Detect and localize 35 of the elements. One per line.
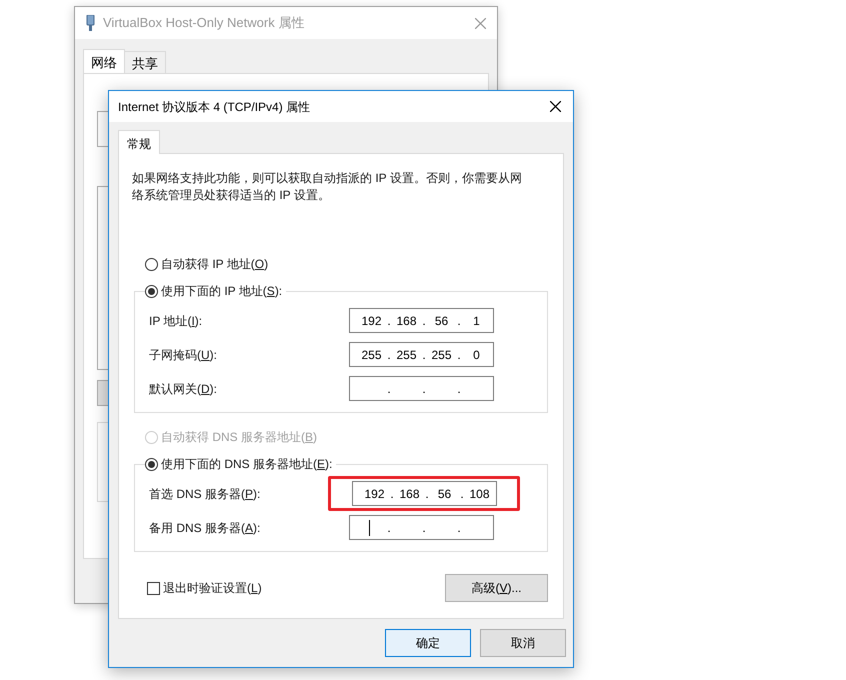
field-label: 默认网关(D): [149, 380, 218, 398]
radio-icon [145, 284, 158, 298]
checkbox[interactable]: 退出时验证设置(L) [147, 579, 262, 597]
field-label: IP 地址(I): [149, 312, 202, 330]
ip-address-field[interactable]: 255 . 255 . 255 . 0 [349, 342, 494, 367]
window-title: Internet 协议版本 4 (TCP/IPv4) 属性 [118, 98, 310, 116]
radio-icon [145, 258, 158, 270]
tab[interactable]: 共享 [124, 51, 166, 73]
radio-label: 使用下面的 IP 地址(S): [161, 283, 282, 300]
tab[interactable]: 网络 [83, 49, 125, 73]
cancel-button[interactable]: 取消 [480, 629, 566, 657]
network-adapter-icon [86, 15, 95, 31]
ip-address-field[interactable]: . . . [349, 376, 494, 401]
radio-button[interactable]: 使用下面的 IP 地址(S): [145, 282, 286, 300]
radio-button[interactable]: 使用下面的 DNS 服务器地址(E): [145, 455, 336, 473]
field-label: 首选 DNS 服务器(P): [149, 486, 260, 502]
field-label: 子网掩码(U): [149, 346, 218, 364]
checkbox-label: 退出时验证设置(L) [163, 580, 262, 597]
description-text: 如果网络支持此功能，则可以获取自动指派的 IP 设置。否则，你需要从网络系统管理员处获得适当的 IP 设置。 [132, 170, 523, 204]
radio-icon [145, 458, 158, 470]
ok-button[interactable]: 确定 [385, 629, 471, 657]
radio-label: 使用下面的 DNS 服务器地址(E): [161, 456, 332, 473]
button-label: 高级(V)... [471, 581, 522, 595]
close-icon[interactable] [550, 101, 561, 112]
ip-address-field[interactable]: 192 . 168 . 56 . 108 [352, 481, 497, 506]
radio-label: 自动获得 IP 地址(O) [161, 256, 268, 273]
radio-icon [145, 430, 158, 444]
window-title: VirtualBox Host-Only Network 属性 [103, 14, 304, 32]
ip-address-field[interactable]: 192 . 168 . 56 . 1 [349, 308, 494, 333]
text-cursor [369, 520, 370, 536]
radio-label: 自动获得 DNS 服务器地址(B) [161, 429, 318, 446]
advanced-button[interactable]: 高级(V)... [445, 574, 548, 602]
tab[interactable]: 常规 [118, 130, 160, 154]
ip-address-field[interactable]: . . . [349, 515, 494, 540]
field-label: 备用 DNS 服务器(A): [149, 520, 260, 536]
